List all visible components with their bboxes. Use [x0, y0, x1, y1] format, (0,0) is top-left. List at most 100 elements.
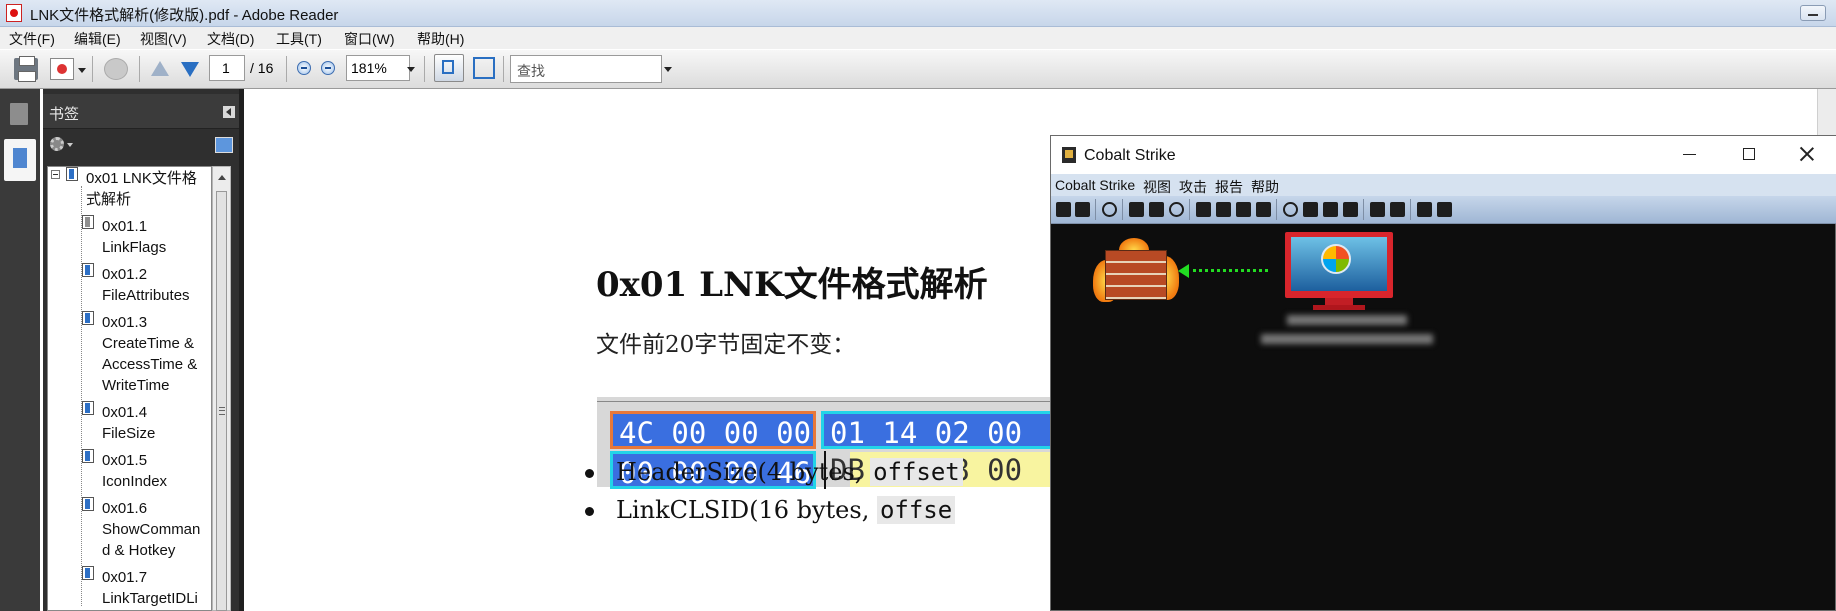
firewall-icon[interactable] — [1093, 238, 1179, 306]
hex-cell: 4C 00 00 00 — [610, 411, 816, 450]
scrollbar-thumb[interactable] — [216, 191, 227, 611]
bookmark-icon — [82, 566, 94, 580]
fit-width-icon[interactable] — [434, 54, 464, 82]
book-icon[interactable] — [1417, 202, 1432, 217]
host-address-label-redacted — [1261, 334, 1433, 344]
document-icon[interactable] — [1323, 202, 1338, 217]
toolbar-separator — [503, 56, 504, 82]
screenshot-icon[interactable] — [1196, 202, 1211, 217]
headphones-icon[interactable] — [1102, 202, 1117, 217]
monitor-icon — [1285, 232, 1393, 298]
cs-menu-help[interactable]: 帮助 — [1251, 177, 1279, 197]
bookmark-item[interactable]: 0x01 LNK文件格 式解析 — [86, 168, 197, 210]
cloud-icon[interactable] — [1390, 202, 1405, 217]
cs-minimize-icon[interactable] — [1683, 154, 1696, 155]
list-icon[interactable] — [1149, 202, 1164, 217]
review-comment-icon[interactable] — [104, 58, 128, 80]
terminal-icon[interactable] — [1343, 202, 1358, 217]
cs-window-title: Cobalt Strike — [1084, 147, 1176, 164]
menu-edit[interactable]: 编辑(E) — [74, 29, 121, 49]
cs-close-icon[interactable] — [1799, 146, 1815, 162]
toolbar-separator — [92, 56, 93, 82]
bookmark-label: 0x01.5 — [102, 452, 148, 469]
inline-code: offset — [870, 458, 963, 486]
menu-window[interactable]: 窗口(W) — [344, 29, 395, 49]
collapse-panel-icon[interactable] — [223, 106, 235, 118]
targets-icon[interactable] — [1129, 202, 1144, 217]
compromised-host-icon[interactable] — [1285, 232, 1393, 312]
cs-toolbar-separator — [1189, 199, 1190, 220]
pages-panel-icon[interactable] — [10, 103, 28, 125]
cs-menu-bar: Cobalt Strike 视图 攻击 报告 帮助 — [1051, 174, 1836, 196]
bookmark-item[interactable]: 0x01.3 CreateTime & AccessTime & WriteTi… — [102, 312, 197, 396]
main-toolbar — [0, 50, 1836, 89]
options-dropdown-arrow[interactable] — [67, 143, 73, 147]
cube-icon[interactable] — [1437, 202, 1452, 217]
zoom-level-field[interactable]: 181% — [346, 55, 410, 81]
scrollbar-grip-icon — [219, 407, 225, 415]
cs-menu-view[interactable]: 视图 — [1143, 177, 1171, 197]
page-total: / 16 — [250, 60, 274, 76]
cs-menu-attack[interactable]: 攻击 — [1179, 177, 1207, 197]
menu-view[interactable]: 视图(V) — [140, 29, 187, 49]
bookmark-grey-icon — [82, 215, 94, 229]
print-icon[interactable] — [14, 56, 38, 82]
gear-icon[interactable] — [1283, 202, 1298, 217]
image-icon[interactable] — [1256, 202, 1271, 217]
page-number-input[interactable]: 1 — [209, 55, 245, 81]
toolbar-separator — [139, 56, 140, 82]
minimize-button[interactable] — [1800, 5, 1826, 21]
key-icon[interactable] — [1236, 202, 1251, 217]
cs-toolbar-separator — [1276, 199, 1277, 220]
monitor-stand — [1325, 298, 1353, 305]
bookmark-item[interactable]: 0x01.4 FileSize — [102, 402, 155, 444]
collapse-tree-icon[interactable] — [51, 170, 60, 179]
bookmark-item[interactable]: 0x01.6 ShowComman d & Hotkey — [102, 498, 200, 561]
create-pdf-icon[interactable] — [50, 58, 74, 80]
bookmarks-panel-icon[interactable] — [4, 139, 36, 181]
menu-tools[interactable]: 工具(T) — [276, 29, 322, 49]
inline-code: offse — [876, 496, 956, 524]
cobalt-strike-icon — [1062, 147, 1076, 163]
cs-menu-report[interactable]: 报告 — [1215, 177, 1243, 197]
scroll-up-icon[interactable] — [218, 175, 226, 180]
zoom-out-icon[interactable] — [297, 61, 311, 75]
bookmark-label: ShowComman — [102, 521, 201, 538]
bookmark-label: d & Hotkey — [102, 542, 176, 559]
bookmark-item[interactable]: 0x01.2 FileAttributes — [102, 264, 190, 306]
pivot-graph[interactable] — [1051, 224, 1835, 610]
bookmark-icon — [82, 449, 94, 463]
coffee-icon[interactable] — [1303, 202, 1318, 217]
bookmark-item[interactable]: 0x01.1 LinkFlags — [102, 216, 166, 258]
window-title: LNK文件格式解析(修改版).pdf - Adobe Reader — [30, 7, 339, 24]
host-user-label-redacted — [1287, 315, 1407, 325]
bookmark-label: 0x01.3 — [102, 314, 148, 331]
previous-page-icon[interactable] — [148, 58, 172, 80]
menu-document[interactable]: 文档(D) — [207, 29, 254, 49]
minus-icon[interactable] — [1075, 202, 1090, 217]
bookmark-icon — [82, 401, 94, 415]
new-bookmark-icon[interactable] — [215, 137, 233, 153]
bookmarks-scrollbar[interactable] — [212, 166, 231, 611]
adobe-reader-icon — [6, 4, 22, 22]
zoom-dropdown-arrow[interactable] — [407, 67, 415, 72]
crosshair-icon[interactable] — [1169, 202, 1184, 217]
options-gear-icon[interactable] — [50, 137, 64, 151]
fit-page-icon[interactable] — [473, 57, 495, 79]
bookmark-label: LinkTargetIDLi — [102, 590, 198, 607]
cs-maximize-icon[interactable] — [1743, 148, 1755, 160]
download-icon[interactable] — [1216, 202, 1231, 217]
cs-menu-cobalt-strike[interactable]: Cobalt Strike — [1055, 177, 1135, 193]
zoom-in-icon[interactable] — [321, 61, 335, 75]
create-dropdown-arrow[interactable] — [78, 68, 86, 73]
bookmark-label: LinkFlags — [102, 239, 167, 256]
next-page-icon[interactable] — [178, 58, 202, 80]
bookmark-item[interactable]: 0x01.7 LinkTargetIDLi — [102, 567, 198, 609]
plus-icon[interactable] — [1056, 202, 1071, 217]
find-input[interactable]: 查找 — [510, 55, 662, 83]
bookmark-item[interactable]: 0x01.5 IconIndex — [102, 450, 167, 492]
menu-help[interactable]: 帮助(H) — [417, 29, 464, 49]
find-dropdown-arrow[interactable] — [664, 67, 672, 72]
menu-file[interactable]: 文件(F) — [9, 29, 55, 49]
link-icon[interactable] — [1370, 202, 1385, 217]
